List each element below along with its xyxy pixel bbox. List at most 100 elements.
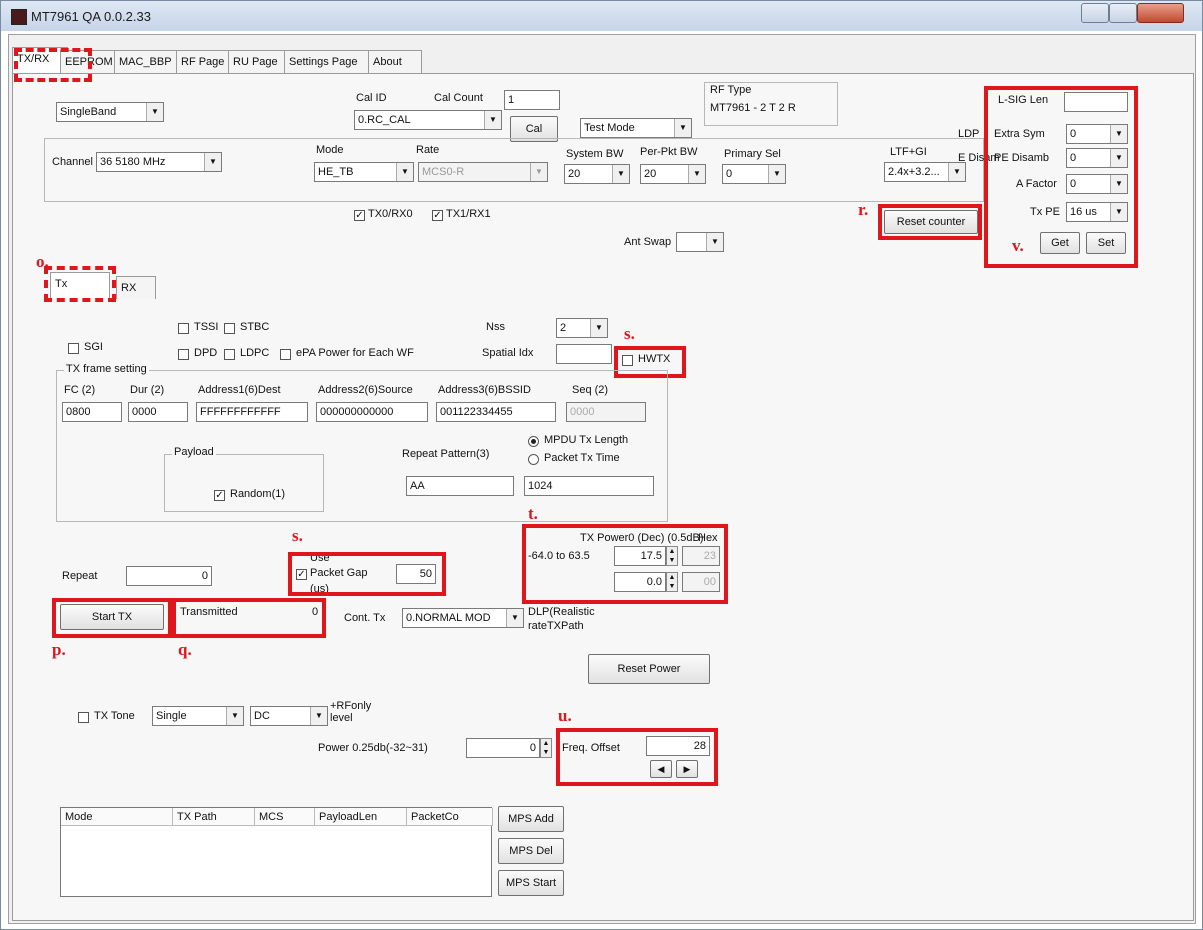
seq-input[interactable]: 0000 (566, 402, 646, 422)
test-mode-select[interactable]: Test Mode ▼ (580, 118, 692, 138)
tab-settings-page[interactable]: Settings Page (284, 50, 376, 73)
tab-rf-page[interactable]: RF Page (176, 50, 236, 73)
address3-header: Address3(6)BSSID (438, 384, 531, 396)
primary-sel-value: 0 (726, 168, 733, 180)
fc-header: FC (2) (64, 384, 96, 396)
system-bw-label: System BW (566, 148, 624, 160)
stbc-checkbox[interactable] (224, 323, 235, 334)
spatial-idx-label: Spatial Idx (482, 347, 534, 359)
address2-header: Address2(6)Source (318, 384, 413, 396)
power-025-input[interactable]: 0 (466, 738, 540, 758)
per-pkt-bw-label: Per-Pkt BW (640, 146, 698, 158)
dur-input[interactable]: 0000 (128, 402, 188, 422)
address1-input[interactable]: FFFFFFFFFFFF (196, 402, 308, 422)
repeat-pattern-input[interactable]: AA (406, 476, 514, 496)
tx-tone-label: TX Tone (94, 710, 135, 722)
system-bw-select[interactable]: 20 ▼ (564, 164, 630, 184)
dur-header: Dur (2) (130, 384, 165, 396)
channel-select[interactable]: 36 5180 MHz ▼ (96, 152, 222, 172)
random-checkbox[interactable]: ✓ (214, 490, 225, 501)
annotation-r: r. (858, 200, 869, 219)
cal-count-label: Cal Count (434, 92, 483, 104)
mps-del-button[interactable]: MPS Del (498, 838, 564, 864)
repeat-input[interactable]: 0 (126, 566, 212, 586)
annotation-u: u. (558, 706, 572, 725)
tab-ru-page[interactable]: RU Page (228, 50, 292, 73)
ldpc-checkbox[interactable] (224, 349, 235, 360)
reset-power-button[interactable]: Reset Power (588, 654, 710, 684)
packet-tx-time-label: Packet Tx Time (544, 452, 620, 464)
fc-input[interactable]: 0800 (62, 402, 122, 422)
dpd-label: DPD (194, 347, 218, 359)
cont-tx-label: Cont. Tx (344, 612, 386, 624)
tx1rx1-checkbox[interactable]: ✓ (432, 210, 443, 221)
tone-dc-select[interactable]: DC ▼ (250, 706, 328, 726)
mps-add-button[interactable]: MPS Add (498, 806, 564, 832)
primary-sel-select[interactable]: 0 ▼ (722, 164, 786, 184)
rf-type-label: RF Type (710, 84, 752, 96)
address3-input[interactable]: 001122334455 (436, 402, 556, 422)
annotation-s-gap: s. (292, 526, 303, 545)
annotation-t: t. (528, 504, 538, 523)
address2-input[interactable]: 000000000000 (316, 402, 428, 422)
payload-label: Payload (172, 446, 216, 458)
subtab-rx[interactable]: RX (116, 276, 156, 299)
list-header-payload-len[interactable]: PayloadLen (315, 808, 407, 826)
chevron-down-icon: ▼ (688, 165, 705, 183)
address1-header: Address1(6)Dest (198, 384, 281, 396)
cont-tx-value: 0.NORMAL MOD (406, 612, 491, 624)
nss-label: Nss (486, 321, 505, 333)
list-header-mode[interactable]: Mode (61, 808, 173, 826)
list-header-tx-path[interactable]: TX Path (173, 808, 255, 826)
tone-type-select[interactable]: Single ▼ (152, 706, 244, 726)
per-pkt-bw-select[interactable]: 20 ▼ (640, 164, 706, 184)
mps-start-button[interactable]: MPS Start (498, 870, 564, 896)
tx-tone-checkbox[interactable] (78, 712, 89, 723)
nss-select[interactable]: 2 ▼ (556, 318, 608, 338)
mps-list[interactable]: Mode TX Path MCS PayloadLen PacketCo (60, 807, 493, 897)
close-button[interactable] (1137, 3, 1184, 23)
tx-frame-label: TX frame setting (64, 363, 149, 375)
mpdu-len-radio[interactable] (528, 436, 539, 447)
tab-about[interactable]: About (368, 50, 422, 73)
chevron-down-icon: ▼ (768, 165, 785, 183)
tab-mac-bbp[interactable]: MAC_BBP (114, 50, 184, 73)
channel-label: Channel (52, 156, 93, 168)
repeat-label: Repeat (62, 570, 98, 582)
mode-label: Mode (316, 144, 344, 156)
tone-dc-value: DC (254, 710, 270, 722)
dpd-checkbox[interactable] (178, 349, 189, 360)
ant-swap-select[interactable]: ▼ (676, 232, 724, 252)
list-header-packet-count[interactable]: PacketCo (407, 808, 493, 826)
band-value: SingleBand (60, 106, 117, 118)
chevron-down-icon: ▼ (310, 707, 327, 725)
cal-count-input[interactable]: 1 (504, 90, 560, 110)
highlight-txrx-tab (14, 48, 92, 82)
epa-checkbox[interactable] (280, 349, 291, 360)
annotation-s-top: s. (624, 324, 635, 343)
annotation-p: p. (52, 640, 66, 659)
title-bar: MT7961 QA 0.0.2.33 (1, 1, 1202, 31)
spatial-idx-input[interactable] (556, 344, 612, 364)
minimize-button[interactable] (1081, 3, 1109, 23)
highlight-reset-counter (878, 204, 982, 240)
packet-tx-time-radio[interactable] (528, 454, 539, 465)
rate-select[interactable]: MCS0-R ▼ (418, 162, 548, 182)
cal-id-label: Cal ID (356, 92, 387, 104)
maximize-button[interactable] (1109, 3, 1137, 23)
band-select[interactable]: SingleBand ▼ (56, 102, 164, 122)
cal-id-value: 0.RC_CAL (358, 114, 411, 126)
tssi-checkbox[interactable] (178, 323, 189, 334)
cont-tx-select[interactable]: 0.NORMAL MOD ▼ (402, 608, 524, 628)
cal-id-select[interactable]: 0.RC_CAL ▼ (354, 110, 502, 130)
mpdu-len-input[interactable]: 1024 (524, 476, 654, 496)
stbc-label: STBC (240, 321, 270, 333)
tx0rx0-checkbox[interactable]: ✓ (354, 210, 365, 221)
ltf-gi-select[interactable]: 2.4x+3.2... ▼ (884, 162, 966, 182)
window-title: MT7961 QA 0.0.2.33 (31, 9, 151, 24)
mpdu-len-label: MPDU Tx Length (544, 434, 629, 446)
sgi-checkbox[interactable] (68, 343, 79, 354)
mode-select[interactable]: HE_TB ▼ (314, 162, 414, 182)
power-025-spinner[interactable]: ▲ ▼ (540, 738, 552, 758)
list-header-mcs[interactable]: MCS (255, 808, 315, 826)
